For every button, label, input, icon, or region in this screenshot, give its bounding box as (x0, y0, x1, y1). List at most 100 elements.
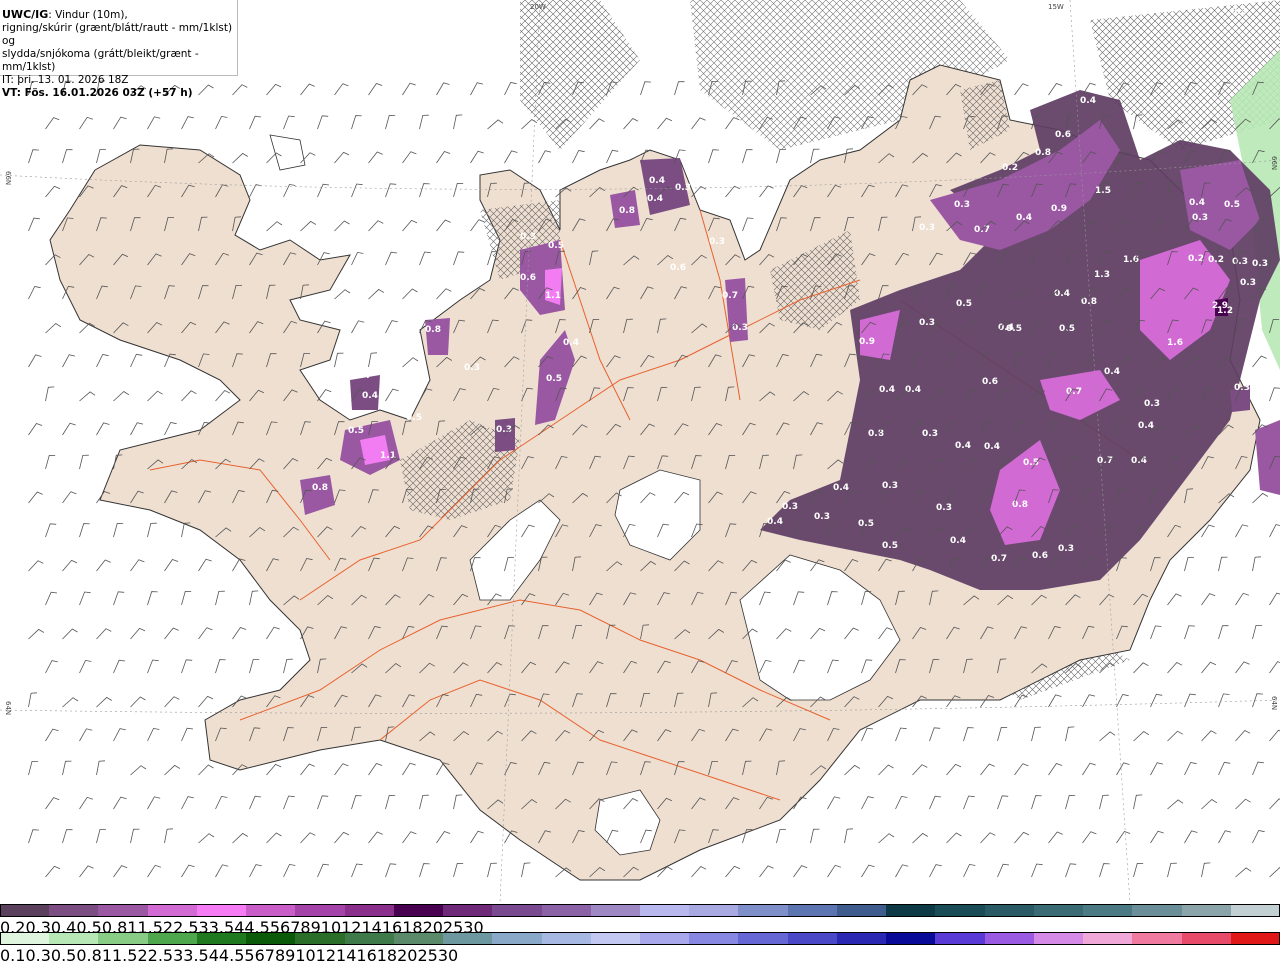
precip-value-label: 0.4 (767, 517, 783, 527)
precip-value-label: 0.3 (882, 481, 898, 491)
rain-scale-swatch (197, 932, 247, 945)
rain-scale-label: 2 (137, 946, 147, 965)
precip-value-label: 0.3 (675, 183, 691, 193)
rain-scale-label: 8 (275, 946, 285, 965)
rain-scale-label: 6 (255, 946, 265, 965)
rain-scale-label: 4.5 (219, 946, 244, 965)
snow-scale-swatch (591, 904, 641, 917)
info-initial-time: IT: þri. 13. 01. 2026 18Z (2, 74, 237, 87)
precip-value-label: 0.8 (619, 206, 635, 216)
precip-value-label: 0.5 (1006, 324, 1022, 334)
precip-value-label: 0.7 (722, 291, 738, 301)
precip-value-label: 1.1 (545, 291, 561, 301)
rain-scale-label: 4 (209, 946, 219, 965)
precip-value-label: 1.3 (1094, 270, 1110, 280)
snow-scale-swatch (886, 904, 936, 917)
snow-scale-swatch (738, 904, 788, 917)
precip-value-label: 0.3 (1240, 278, 1256, 288)
lon-label-20w: 20W (530, 3, 546, 11)
snow-scale-swatch (0, 904, 50, 917)
precip-value-label: 0.4 (1131, 456, 1147, 466)
lat-label-64n-right: 64N (1270, 696, 1278, 710)
precip-value-label: 0.4 (1104, 367, 1120, 377)
rain-scale-swatch (295, 932, 345, 945)
precip-value-label: 0.2 (1188, 254, 1204, 264)
precip-value-label: 0.4 (905, 385, 921, 395)
snow-scale-swatch (1182, 904, 1232, 917)
precip-value-label: 0.3 (922, 429, 938, 439)
snow-scale-swatch (788, 904, 838, 917)
rain-scale-swatch (837, 932, 887, 945)
precip-value-label: 0.6 (520, 273, 536, 283)
rain-scale-swatch (788, 932, 838, 945)
precip-value-label: 0.3 (1231, 7, 1247, 17)
snow-scale-swatch (148, 904, 198, 917)
info-title: UWC/IG: Vindur (10m), (2, 8, 237, 22)
precip-value-label: 1.5 (1095, 186, 1111, 196)
rain-scale-label: 0.8 (76, 946, 101, 965)
precip-value-label: 0.5 (348, 426, 364, 436)
weather-map: 0.40.60.80.20.31.50.90.40.70.30.40.50.31… (0, 0, 1280, 903)
info-title-model: UWC/IG (2, 8, 48, 21)
precip-value-label: 0.5 (546, 374, 562, 384)
rain-scale-label: 0.5 (51, 946, 76, 965)
rain-scale-label: 0.1 (0, 946, 25, 965)
precip-value-label: 0.5 (1059, 324, 1075, 334)
rain-scale-label: 14 (336, 946, 356, 965)
rain-scale-label: 5 (244, 946, 254, 965)
precip-value-label: 0.3 (464, 363, 480, 373)
precip-value-label: 0.3 (936, 503, 952, 513)
rain-scale-swatch (985, 932, 1035, 945)
precip-value-label: 0.3 (1144, 399, 1160, 409)
precip-value-label: 0.4 (1080, 96, 1096, 106)
precip-value-label: 0.2 (1002, 163, 1018, 173)
rain-scale-swatch (1083, 932, 1133, 945)
rain-scale-swatch (542, 932, 592, 945)
snow-scale-swatch (689, 904, 739, 917)
rain-scale-swatch (738, 932, 788, 945)
precip-value-label: 0.5 (1224, 200, 1240, 210)
precip-value-label: 0.8 (868, 429, 884, 439)
precip-value-label: 0.4 (1138, 421, 1154, 431)
rain-scale-swatch (1034, 932, 1084, 945)
precip-value-label: 1.1 (380, 451, 396, 461)
snow-scale-swatch (98, 904, 148, 917)
snow-scale-swatch (1083, 904, 1133, 917)
snow-scale-labels: 0.20.30.40.50.811.522.533.544.5567891012… (0, 918, 1280, 930)
rain-scale-swatch (886, 932, 936, 945)
rain-scale-swatch (49, 932, 99, 945)
rain-scale-swatch (148, 932, 198, 945)
lat-label-66n-left: 66N (4, 171, 12, 185)
precip-value-label: 0.8 (1012, 500, 1028, 510)
snow-scale-swatch (837, 904, 887, 917)
precip-value-label: 0.3 (1058, 544, 1074, 554)
precip-value-label: 0.5 (956, 299, 972, 309)
rain-scale-swatch (345, 932, 395, 945)
rain-scale-swatch (1182, 932, 1232, 945)
rain-scale-label: 3.5 (183, 946, 208, 965)
rain-scale-label: 3 (173, 946, 183, 965)
precip-value-label: 0.5 (548, 241, 564, 251)
precip-value-label: 0.4 (354, 371, 370, 381)
rain-scale-swatch (935, 932, 985, 945)
lat-label-66n-right: 66N (1270, 156, 1278, 170)
precip-value-label: 0.8 (425, 325, 441, 335)
rain-color-scale (0, 932, 1280, 945)
rain-scale-label: 9 (285, 946, 295, 965)
rain-scale-labels: 0.10.30.50.811.522.533.544.5567891012141… (0, 946, 1280, 958)
precip-value-label: 0.4 (984, 442, 1000, 452)
precip-value-label: 0.4 (563, 338, 579, 348)
snow-scale-swatch (935, 904, 985, 917)
precip-value-label: 0.3 (1252, 259, 1268, 269)
precip-value-label: 0.4 (1054, 289, 1070, 299)
precip-value-label: 0.6 (670, 263, 686, 273)
info-line-rain: rigning/skúrir (grænt/blátt/rautt - mm/1… (2, 22, 237, 48)
info-valid-time: VT: Fös. 16.01.2026 03Z (+57 h) (2, 87, 237, 100)
precip-value-label: 0.6 (1055, 130, 1071, 140)
snow-scale-swatch (640, 904, 690, 917)
lon-label-15w: 15W (1048, 3, 1064, 11)
rain-scale-swatch (689, 932, 739, 945)
map-info-box: UWC/IG: Vindur (10m), rigning/skúrir (gr… (0, 0, 238, 76)
snow-scale-swatch (49, 904, 99, 917)
snow-scale-swatch (443, 904, 493, 917)
